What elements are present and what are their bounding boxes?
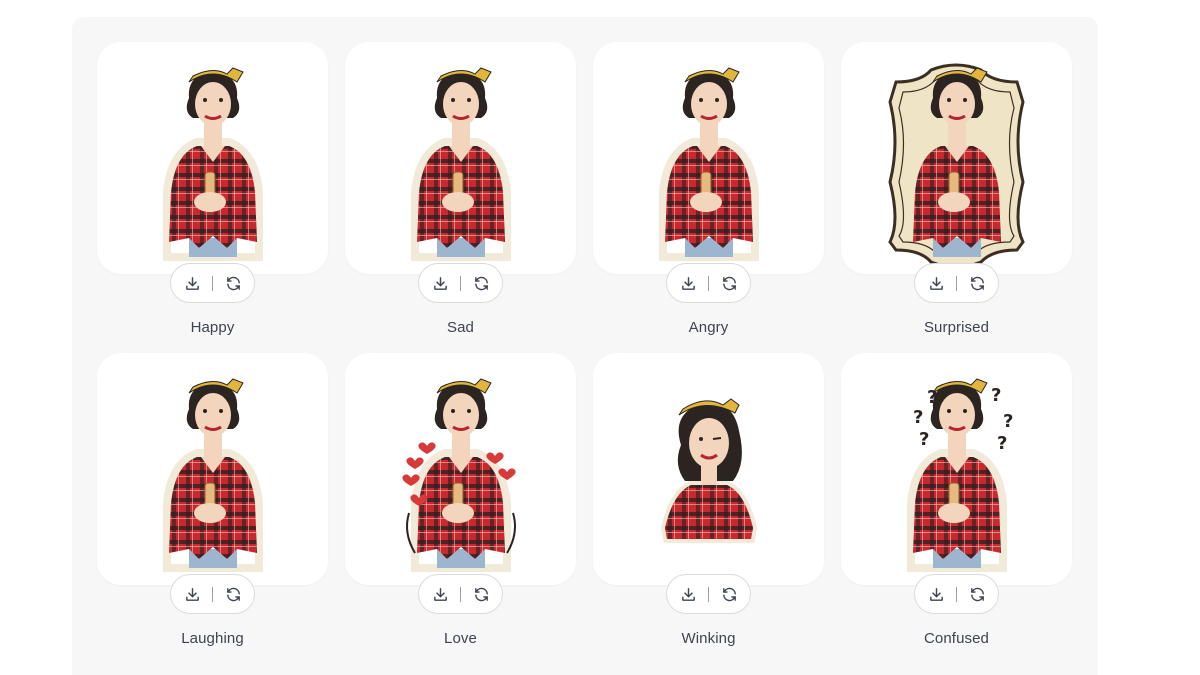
sticker-illustration: ?????? [907, 378, 1013, 572]
sticker-label: Surprised [923, 319, 990, 336]
sticker-actions [666, 574, 751, 614]
action-separator [460, 275, 461, 291]
download-icon [185, 276, 199, 290]
download-button[interactable] [424, 267, 456, 299]
refresh-icon [970, 587, 984, 601]
sticker-actions [418, 574, 503, 614]
regenerate-button[interactable] [713, 267, 745, 299]
sticker-image-happy[interactable] [97, 42, 328, 274]
sticker-item-sad: Sad [345, 42, 576, 353]
download-icon [433, 276, 447, 290]
download-button[interactable] [176, 267, 208, 299]
sticker-item-love: Love [345, 353, 576, 664]
regenerate-button[interactable] [217, 267, 249, 299]
refresh-icon [722, 276, 736, 290]
download-button[interactable] [672, 578, 704, 610]
download-button[interactable] [920, 578, 952, 610]
svg-text:?: ? [927, 387, 937, 408]
sticker-item-surprised: Surprised [841, 42, 1072, 353]
refresh-icon [474, 276, 488, 290]
sticker-label: Laughing [181, 630, 244, 647]
sticker-grid: Happy Sad Angry Surprised Laughing Love … [97, 42, 1072, 664]
sticker-image-confused[interactable]: ?????? [841, 353, 1072, 585]
action-separator [708, 586, 709, 602]
refresh-icon [226, 276, 240, 290]
sticker-illustration [402, 378, 516, 572]
download-icon [929, 587, 943, 601]
sticker-image-surprised[interactable] [841, 42, 1072, 274]
sticker-item-winking: Winking [593, 353, 824, 664]
download-icon [681, 276, 695, 290]
refresh-icon [722, 587, 736, 601]
sticker-label: Angry [688, 319, 729, 336]
action-separator [956, 275, 957, 291]
sticker-item-laughing: Laughing [97, 353, 328, 664]
regenerate-button[interactable] [465, 267, 497, 299]
sticker-actions [666, 263, 751, 303]
download-icon [929, 276, 943, 290]
sticker-label: Happy [190, 319, 235, 336]
sticker-label: Winking [681, 630, 736, 647]
sticker-illustration [163, 378, 263, 572]
regenerate-button[interactable] [217, 578, 249, 610]
sticker-label: Confused [923, 630, 989, 647]
svg-text:?: ? [913, 407, 923, 428]
sticker-image-angry[interactable] [593, 42, 824, 274]
sticker-image-winking[interactable] [593, 353, 824, 585]
sticker-image-laughing[interactable] [97, 353, 328, 585]
sticker-illustration [888, 63, 1025, 269]
action-separator [460, 586, 461, 602]
sticker-actions [914, 574, 999, 614]
download-button[interactable] [176, 578, 208, 610]
sticker-item-confused: ?????? Confused [841, 353, 1072, 664]
refresh-icon [226, 587, 240, 601]
svg-text:?: ? [1003, 411, 1013, 432]
sticker-illustration [411, 67, 511, 261]
regenerate-button[interactable] [961, 578, 993, 610]
sticker-illustration [659, 67, 759, 261]
refresh-icon [474, 587, 488, 601]
download-icon [433, 587, 447, 601]
action-separator [956, 586, 957, 602]
sticker-image-sad[interactable] [345, 42, 576, 274]
sticker-actions [418, 263, 503, 303]
sticker-illustration [660, 398, 758, 543]
sticker-item-angry: Angry [593, 42, 824, 353]
download-icon [185, 587, 199, 601]
sticker-actions [170, 574, 255, 614]
svg-text:?: ? [991, 385, 1001, 406]
regenerate-button[interactable] [465, 578, 497, 610]
regenerate-button[interactable] [713, 578, 745, 610]
action-separator [212, 275, 213, 291]
sticker-actions [170, 263, 255, 303]
action-separator [212, 586, 213, 602]
action-separator [708, 275, 709, 291]
sticker-gallery-panel: Happy Sad Angry Surprised Laughing Love … [72, 17, 1098, 675]
svg-text:?: ? [997, 433, 1007, 454]
svg-text:?: ? [919, 429, 929, 450]
download-button[interactable] [920, 267, 952, 299]
download-button[interactable] [424, 578, 456, 610]
download-button[interactable] [672, 267, 704, 299]
regenerate-button[interactable] [961, 267, 993, 299]
sticker-illustration [163, 67, 263, 261]
download-icon [681, 587, 695, 601]
sticker-label: Love [444, 630, 477, 647]
refresh-icon [970, 276, 984, 290]
sticker-actions [914, 263, 999, 303]
sticker-image-love[interactable] [345, 353, 576, 585]
sticker-label: Sad [447, 319, 474, 336]
sticker-item-happy: Happy [97, 42, 328, 353]
